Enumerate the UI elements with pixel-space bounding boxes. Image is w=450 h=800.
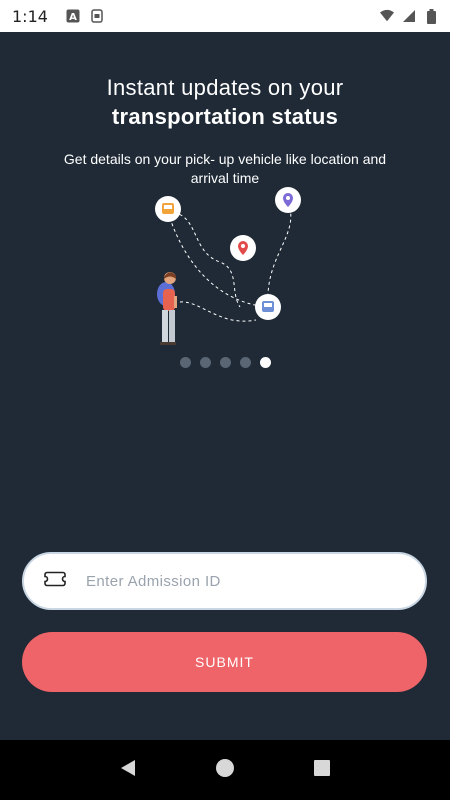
location-pin-icon [275, 187, 301, 213]
svg-text:A: A [69, 12, 77, 23]
page-dot-3[interactable] [219, 357, 231, 368]
status-bar: 1:14 A [0, 0, 450, 32]
bus-icon [155, 196, 181, 222]
status-left-icons: A [66, 9, 104, 23]
admission-id-input[interactable] [86, 572, 386, 590]
page-dot-5-active[interactable] [259, 357, 271, 368]
page-indicator [0, 357, 450, 368]
transport-tracking-illustration [155, 187, 301, 345]
page-dot-1[interactable] [179, 357, 191, 368]
page-title: Instant updates on your transportation s… [0, 74, 450, 132]
student-figure [157, 272, 177, 345]
recents-icon[interactable] [312, 758, 332, 783]
ticket-icon [44, 571, 66, 592]
battery-icon [424, 8, 438, 24]
status-right-icons [380, 8, 438, 24]
signal-icon [402, 9, 416, 23]
keyboard-a-icon: A [66, 9, 80, 23]
system-navigation-bar [0, 740, 450, 800]
home-icon[interactable] [215, 758, 235, 783]
destination-pin-icon [230, 235, 256, 261]
back-icon[interactable] [118, 758, 138, 783]
title-line-1: Instant updates on your [106, 75, 344, 100]
submit-button[interactable]: SUBMIT [22, 632, 427, 692]
page-dot-2[interactable] [199, 357, 211, 368]
vehicle-icon [255, 294, 281, 320]
onboarding-screen: Instant updates on your transportation s… [0, 32, 450, 740]
wifi-icon [380, 9, 394, 23]
sim-icon [90, 9, 104, 23]
title-line-2: transportation status [111, 104, 339, 129]
page-dot-4[interactable] [239, 357, 251, 368]
status-time: 1:14 [12, 6, 48, 26]
admission-id-field[interactable] [22, 552, 427, 610]
